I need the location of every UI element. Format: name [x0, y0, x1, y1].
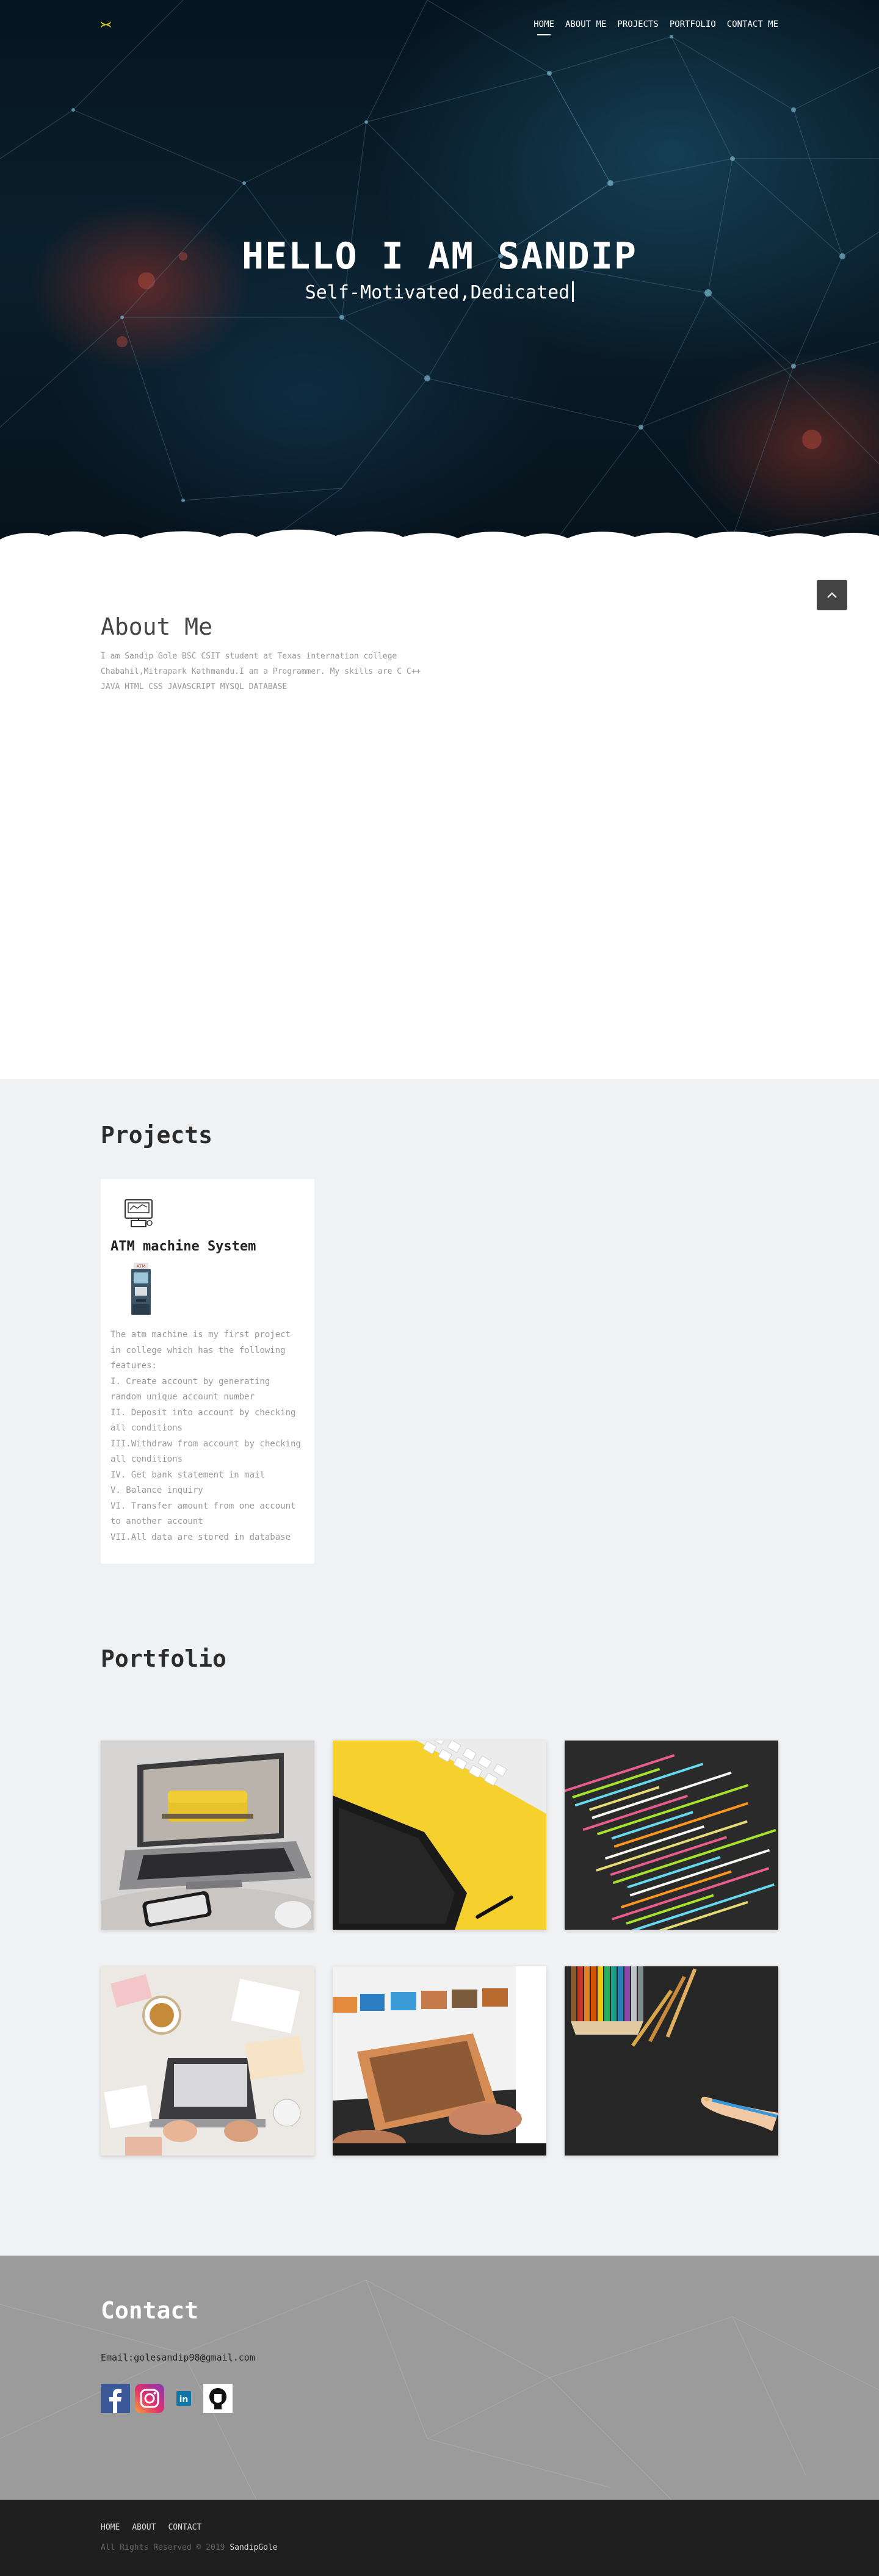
top-navigation: ≻≺ HOME ABOUT ME PROJECTS PORTFOLIO CONT… [0, 0, 879, 49]
portfolio-item-laptop-sofa[interactable] [101, 1741, 314, 1930]
code-screen-image [565, 1741, 778, 1930]
project-desc-line: IV. Get bank statement in mail [110, 1470, 265, 1480]
contact-section: Contact Email:golesandip98@gmail.com in [0, 2256, 879, 2500]
copyright-text: All Rights Reserved © 2019 [101, 2543, 225, 2552]
portfolio-title: Portfolio [101, 1645, 226, 1672]
photo-editing-image [333, 1966, 546, 2156]
projects-title: Projects [101, 1122, 213, 1149]
pencils-drawing-image [565, 1966, 778, 2156]
nav-links: HOME ABOUT ME PROJECTS PORTFOLIO CONTACT… [534, 20, 778, 35]
project-desc-line: VII.All data are stored in database [110, 1532, 291, 1542]
nav-link-about[interactable]: ABOUT ME [565, 20, 606, 29]
nav-link-portfolio[interactable]: PORTFOLIO [670, 20, 716, 29]
project-description: The atm machine is my first project in c… [110, 1327, 305, 1545]
nav-link-home[interactable]: HOME [534, 20, 554, 35]
project-desc-line: I. Create account by generating random u… [110, 1376, 270, 1402]
linkedin-icon[interactable]: in [169, 2384, 198, 2413]
footer-links: HOME ABOUT CONTACT [101, 2523, 778, 2532]
footer-link-about[interactable]: ABOUT [132, 2523, 156, 2532]
cloud-divider [0, 529, 879, 549]
project-desc-line: The atm machine is my first project in c… [110, 1330, 291, 1371]
about-title: About Me [101, 613, 213, 640]
footer: HOME ABOUT CONTACT All Rights Reserved ©… [0, 2500, 879, 2576]
instagram-icon[interactable] [135, 2384, 164, 2413]
portfolio-section: Portfolio [0, 1645, 879, 2256]
footer-link-contact[interactable]: CONTACT [168, 2523, 201, 2532]
contact-title: Contact [101, 2297, 199, 2324]
hero-subtitle: Self-Motivated,Dedicated [0, 281, 879, 303]
keyboard-tablet-yellow-image [333, 1741, 546, 1930]
facebook-icon[interactable] [101, 2384, 130, 2413]
project-card[interactable]: ATM machine System ATM The atm machine i… [101, 1179, 314, 1564]
portfolio-item-team-desk[interactable] [101, 1966, 314, 2156]
chevron-up-icon [827, 592, 837, 598]
footer-link-home[interactable]: HOME [101, 2523, 120, 2532]
about-text: I am Sandip Gole BSC CSIT student at Tex… [101, 652, 421, 691]
project-desc-line: II. Deposit into account by checking all… [110, 1407, 296, 1434]
portfolio-item-keyboard-tablet[interactable] [333, 1741, 546, 1930]
github-icon[interactable] [203, 2384, 233, 2413]
svg-text:ATM: ATM [137, 1264, 146, 1269]
typing-cursor [572, 281, 574, 302]
project-desc-line: VI. Transfer amount from one account to … [110, 1501, 296, 1527]
nav-link-contact[interactable]: CONTACT ME [727, 20, 778, 29]
atm-machine-image: ATM [131, 1263, 151, 1315]
contact-email[interactable]: Email:golesandip98@gmail.com [101, 2352, 778, 2363]
social-links: in [101, 2384, 778, 2413]
about-section: About Me I am Sandip Gole BSC CSIT stude… [0, 549, 879, 1079]
copyright-author[interactable]: SandipGole [230, 2543, 277, 2552]
hero-section: ≻≺ HOME ABOUT ME PROJECTS PORTFOLIO CONT… [0, 0, 879, 549]
laptop-sofa-image [101, 1741, 314, 1930]
nav-link-projects[interactable]: PROJECTS [617, 20, 658, 29]
hero-text: HELLO I AM SANDIP Self-Motivated,Dedicat… [0, 235, 879, 303]
project-title: ATM machine System [110, 1239, 256, 1254]
portfolio-item-code-screen[interactable] [565, 1741, 778, 1930]
hero-subtitle-text: Self-Motivated,Dedicated [305, 282, 570, 303]
back-to-top-button[interactable] [817, 580, 847, 610]
portfolio-grid [101, 1741, 778, 2156]
contact-background-lines [0, 2279, 879, 2500]
hero-title: HELLO I AM SANDIP [241, 235, 638, 278]
copyright: All Rights Reserved © 2019 SandipGole [101, 2543, 778, 2552]
site-logo[interactable]: ≻≺ [101, 19, 111, 30]
svg-text:in: in [179, 2395, 189, 2405]
project-desc-line: III.Withdraw from account by checking al… [110, 1438, 301, 1465]
portfolio-item-pencils[interactable] [565, 1966, 778, 2156]
team-desk-laptop-image [101, 1966, 314, 2156]
atm-illustration-icon [125, 1199, 153, 1227]
portfolio-item-photo-editing[interactable] [333, 1966, 546, 2156]
project-desc-line: V. Balance inquiry [110, 1485, 203, 1495]
projects-section: Projects ATM machine System ATM The atm … [0, 1079, 879, 1645]
